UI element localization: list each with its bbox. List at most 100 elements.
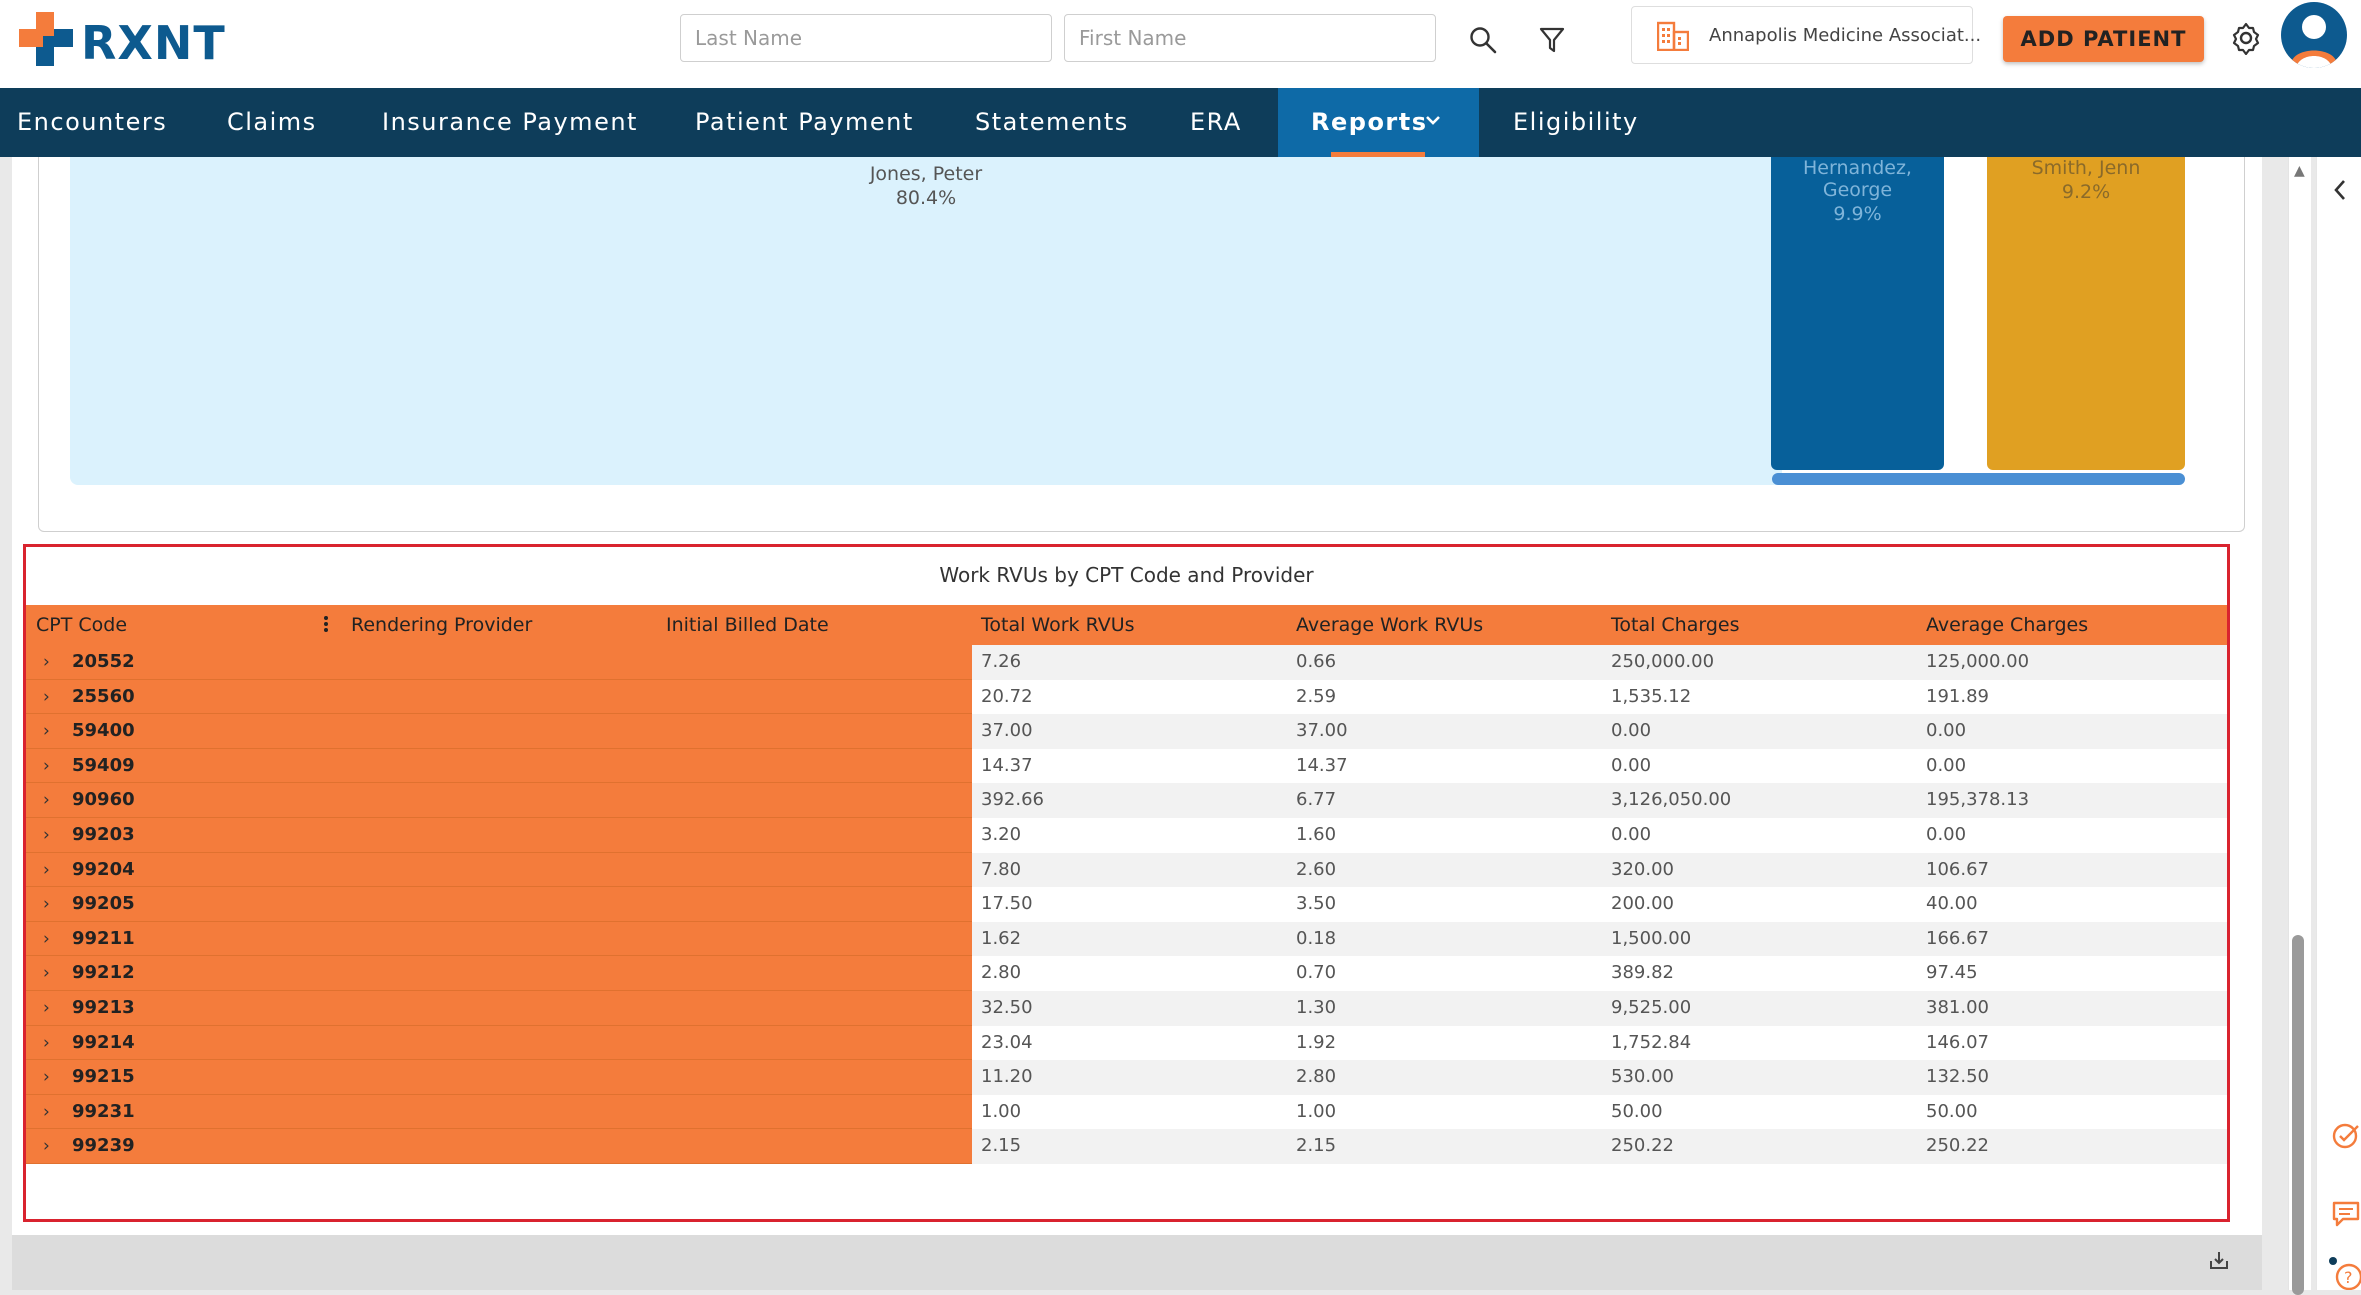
cell-average-charges: 381.00 bbox=[1926, 997, 1989, 1018]
check-circle-icon[interactable] bbox=[2331, 1121, 2361, 1151]
filter-icon[interactable] bbox=[1532, 20, 1572, 60]
chevron-right-icon[interactable]: › bbox=[43, 1129, 50, 1164]
table-header: CPT Code Rendering Provider Initial Bill… bbox=[26, 605, 2227, 645]
nav-item-encounters[interactable]: Encounters bbox=[17, 88, 167, 157]
table-row[interactable]: › 90960 392.66 6.77 3,126,050.00 195,378.13 bbox=[26, 783, 2227, 818]
cell-total-charges: 1,535.12 bbox=[1611, 685, 1692, 707]
vertical-scrollbar[interactable]: ▲ bbox=[2288, 157, 2311, 1295]
table-row[interactable]: › 59400 37.00 37.00 0.00 0.00 bbox=[26, 714, 2227, 749]
column-header-average-work-rvus[interactable]: Average Work RVUs bbox=[1296, 605, 1483, 645]
chevron-left-icon[interactable] bbox=[2333, 179, 2347, 201]
treemap-horizontal-scrollbar[interactable] bbox=[1772, 473, 2185, 485]
scrollbar-thumb[interactable] bbox=[2292, 935, 2304, 1295]
table-row[interactable]: › 99211 1.62 0.18 1,500.00 166.67 bbox=[26, 921, 2227, 957]
download-icon[interactable] bbox=[2208, 1249, 2230, 1271]
chevron-right-icon[interactable]: › bbox=[43, 956, 50, 991]
svg-text:?: ? bbox=[2344, 1268, 2353, 1287]
row-group-cell: › 20552 bbox=[26, 645, 972, 680]
row-values: 2.80 0.70 389.82 97.45 bbox=[972, 956, 2227, 991]
column-header-rendering-provider[interactable]: Rendering Provider bbox=[351, 605, 532, 645]
chevron-right-icon[interactable]: › bbox=[43, 853, 50, 888]
table-row[interactable]: › 25560 20.72 2.59 1,535.12 191.89 bbox=[26, 679, 2227, 715]
right-side-panel: ? bbox=[2316, 157, 2361, 1290]
column-header-total-charges[interactable]: Total Charges bbox=[1611, 605, 1740, 645]
table-row[interactable]: › 20552 7.26 0.66 250,000.00 125,000.00 bbox=[26, 645, 2227, 680]
cell-average-charges: 146.07 bbox=[1926, 1031, 1989, 1053]
table-row[interactable]: › 99239 2.15 2.15 250.22 250.22 bbox=[26, 1129, 2227, 1164]
table-row[interactable]: › 99213 32.50 1.30 9,525.00 381.00 bbox=[26, 991, 2227, 1026]
cell-total-work-rvus: 392.66 bbox=[981, 789, 1044, 811]
chevron-right-icon[interactable]: › bbox=[43, 783, 50, 818]
cell-total-charges: 530.00 bbox=[1611, 1066, 1674, 1088]
treemap-tile-jones-peter[interactable]: Jones, Peter 80.4% bbox=[70, 157, 1782, 485]
row-values: 1.62 0.18 1,500.00 166.67 bbox=[972, 921, 2227, 957]
cell-cpt-code: 99213 bbox=[72, 997, 135, 1018]
nav-item-insurance-payment[interactable]: Insurance Payment bbox=[382, 88, 638, 157]
row-group-cell: › 99204 bbox=[26, 852, 972, 888]
nav-item-patient-payment[interactable]: Patient Payment bbox=[695, 88, 914, 157]
chevron-right-icon[interactable]: › bbox=[43, 922, 50, 957]
practice-selector[interactable]: Annapolis Medicine Associat... bbox=[1631, 6, 1981, 64]
rxnt-logo[interactable]: RXNT bbox=[19, 12, 225, 70]
table-row[interactable]: › 59409 14.37 14.37 0.00 0.00 bbox=[26, 748, 2227, 784]
chevron-right-icon[interactable]: › bbox=[43, 887, 50, 922]
nav-item-era[interactable]: ERA bbox=[1190, 88, 1242, 157]
column-header-total-work-rvus[interactable]: Total Work RVUs bbox=[981, 605, 1135, 645]
column-header-cpt-code[interactable]: CPT Code bbox=[36, 605, 127, 645]
chevron-right-icon[interactable]: › bbox=[43, 645, 50, 680]
table-row[interactable]: › 99212 2.80 0.70 389.82 97.45 bbox=[26, 956, 2227, 991]
help-icon[interactable]: ? bbox=[2329, 1257, 2361, 1290]
row-group-cell: › 90960 bbox=[26, 783, 972, 818]
nav-item-claims[interactable]: Claims bbox=[227, 88, 317, 157]
column-header-average-charges[interactable]: Average Charges bbox=[1926, 605, 2088, 645]
nav-item-statements[interactable]: Statements bbox=[975, 88, 1129, 157]
cell-total-work-rvus: 23.04 bbox=[981, 1031, 1033, 1053]
chevron-right-icon[interactable]: › bbox=[43, 680, 50, 715]
chevron-right-icon[interactable]: › bbox=[43, 818, 50, 853]
table-row[interactable]: › 99203 3.20 1.60 0.00 0.00 bbox=[26, 818, 2227, 853]
table-row[interactable]: › 99204 7.80 2.60 320.00 106.67 bbox=[26, 852, 2227, 888]
gear-icon[interactable] bbox=[2226, 18, 2266, 58]
cell-average-work-rvus: 2.59 bbox=[1296, 685, 1337, 707]
chevron-right-icon[interactable]: › bbox=[43, 1026, 50, 1061]
cell-average-charges: 50.00 bbox=[1926, 1100, 1978, 1122]
row-group-cell: › 99211 bbox=[26, 921, 972, 957]
chevron-right-icon[interactable]: › bbox=[43, 714, 50, 749]
chevron-right-icon[interactable]: › bbox=[43, 1060, 50, 1095]
rxnt-cross-icon bbox=[19, 12, 73, 66]
first-name-input[interactable] bbox=[1064, 14, 1436, 62]
cell-total-charges: 0.00 bbox=[1611, 754, 1652, 776]
chevron-right-icon[interactable]: › bbox=[43, 1095, 50, 1130]
nav-item-eligibility[interactable]: Eligibility bbox=[1513, 88, 1639, 157]
column-menu-icon[interactable] bbox=[322, 615, 330, 635]
table-row[interactable]: › 99205 17.50 3.50 200.00 40.00 bbox=[26, 887, 2227, 922]
table-row[interactable]: › 99215 11.20 2.80 530.00 132.50 bbox=[26, 1060, 2227, 1095]
cell-total-charges: 0.00 bbox=[1611, 824, 1652, 845]
cell-total-charges: 389.82 bbox=[1611, 962, 1674, 984]
cell-average-charges: 250.22 bbox=[1926, 1135, 1989, 1157]
chat-icon[interactable] bbox=[2331, 1200, 2361, 1228]
treemap-tile-smith-jenn[interactable]: Smith, Jenn 9.2% bbox=[1987, 157, 2185, 470]
table-row[interactable]: › 99214 23.04 1.92 1,752.84 146.07 bbox=[26, 1025, 2227, 1061]
row-values: 17.50 3.50 200.00 40.00 bbox=[972, 887, 2227, 922]
column-header-initial-billed-date[interactable]: Initial Billed Date bbox=[666, 605, 829, 645]
cell-average-work-rvus: 1.60 bbox=[1296, 824, 1337, 845]
row-values: 20.72 2.59 1,535.12 191.89 bbox=[972, 680, 2227, 715]
add-patient-button[interactable]: ADD PATIENT bbox=[2003, 16, 2204, 62]
table-row[interactable]: › 99231 1.00 1.00 50.00 50.00 bbox=[26, 1094, 2227, 1130]
user-avatar-icon[interactable] bbox=[2281, 2, 2347, 68]
cell-average-charges: 125,000.00 bbox=[1926, 651, 2030, 672]
cell-cpt-code: 20552 bbox=[72, 651, 135, 672]
row-values: 3.20 1.60 0.00 0.00 bbox=[972, 818, 2227, 853]
scroll-up-icon[interactable]: ▲ bbox=[2294, 163, 2305, 179]
cell-total-charges: 250.22 bbox=[1611, 1135, 1674, 1157]
chevron-down-icon bbox=[1426, 116, 1440, 125]
cell-average-work-rvus: 0.66 bbox=[1296, 651, 1337, 672]
search-icon[interactable] bbox=[1463, 20, 1503, 60]
nav-item-reports[interactable]: Reports bbox=[1278, 88, 1479, 157]
chevron-right-icon[interactable]: › bbox=[43, 991, 50, 1026]
cell-total-charges: 50.00 bbox=[1611, 1100, 1663, 1122]
last-name-input[interactable] bbox=[680, 14, 1052, 62]
chevron-right-icon[interactable]: › bbox=[43, 749, 50, 784]
treemap-tile-hernandez-george[interactable]: Hernandez, George 9.9% bbox=[1771, 157, 1944, 470]
